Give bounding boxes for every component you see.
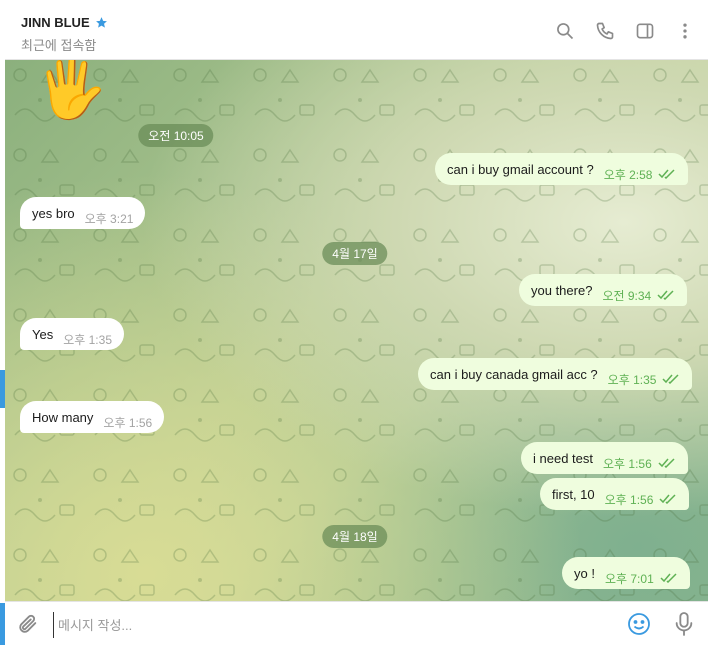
chat-title[interactable]: JINN BLUE — [21, 15, 90, 30]
message-text: can i buy canada gmail acc ? — [430, 366, 598, 382]
message-text: yes bro — [32, 205, 75, 221]
message-outgoing[interactable]: i need test 오후 1:56 — [521, 442, 688, 474]
message-time: 오전 9:34 — [602, 288, 652, 303]
message-input[interactable] — [53, 612, 600, 638]
message-outgoing[interactable]: first, 10 오후 1:56 — [540, 478, 690, 510]
message-time: 오후 1:56 — [103, 415, 153, 430]
date-separator: 4월 17일 — [322, 242, 388, 265]
message-text: yo ! — [574, 565, 595, 581]
chat-status: 최근에 접속함 — [21, 38, 97, 53]
message-text: How many — [32, 409, 94, 425]
message-composer — [5, 601, 708, 645]
microphone-icon[interactable] — [673, 611, 695, 637]
window-edge-accent — [0, 370, 5, 408]
emoji-icon[interactable] — [627, 612, 651, 636]
double-check-icon — [660, 573, 677, 583]
double-check-icon — [658, 169, 676, 179]
search-icon[interactable] — [554, 20, 576, 42]
message-outgoing[interactable]: can i buy gmail account ? 오후 2:58 — [435, 153, 689, 185]
message-time: 오후 7:01 — [604, 571, 654, 586]
message-time: 오후 1:56 — [604, 492, 654, 507]
message-text: first, 10 — [552, 486, 595, 502]
double-check-icon — [657, 290, 674, 300]
message-outgoing[interactable]: you there? 오전 9:34 — [519, 274, 688, 306]
paperclip-icon[interactable] — [17, 612, 39, 636]
message-incoming[interactable]: How many 오후 1:56 — [20, 401, 165, 433]
message-text: i need test — [533, 450, 593, 466]
message-incoming[interactable]: Yes 오후 1:35 — [20, 318, 124, 350]
message-time: 오후 3:21 — [84, 211, 134, 226]
message-time: 오후 1:56 — [603, 456, 652, 471]
message-text: Yes — [32, 326, 54, 342]
message-time: 오후 1:35 — [63, 332, 112, 347]
message-time: 오후 2:58 — [603, 167, 653, 182]
star-icon — [95, 17, 107, 28]
double-check-icon — [662, 374, 679, 384]
message-outgoing[interactable]: can i buy canada gmail acc ? 오후 1:35 — [418, 358, 693, 390]
message-outgoing[interactable]: yo ! 오후 7:01 — [562, 557, 690, 589]
more-icon[interactable] — [674, 20, 696, 42]
date-separator: 오전 10:05 — [138, 124, 214, 147]
phone-icon[interactable] — [594, 20, 616, 42]
chat-history[interactable]: 🖐️ 오전 10:05 can i buy gmail account ? 오후… — [5, 60, 708, 601]
message-time: 오후 1:35 — [607, 372, 657, 387]
message-text: you there? — [531, 282, 593, 298]
message-incoming[interactable]: yes bro 오후 3:21 — [20, 197, 146, 229]
message-text: can i buy gmail account ? — [447, 161, 594, 177]
waving-hand-sticker[interactable]: 🖐️ — [35, 60, 107, 118]
date-separator: 4월 18일 — [322, 525, 388, 548]
double-check-icon — [658, 458, 675, 468]
chat-title-row[interactable]: JINN BLUE — [21, 15, 108, 30]
double-check-icon — [659, 494, 676, 504]
sidebar-icon[interactable] — [634, 20, 656, 42]
chat-header: JINN BLUE 최근에 접속함 — [5, 5, 708, 60]
